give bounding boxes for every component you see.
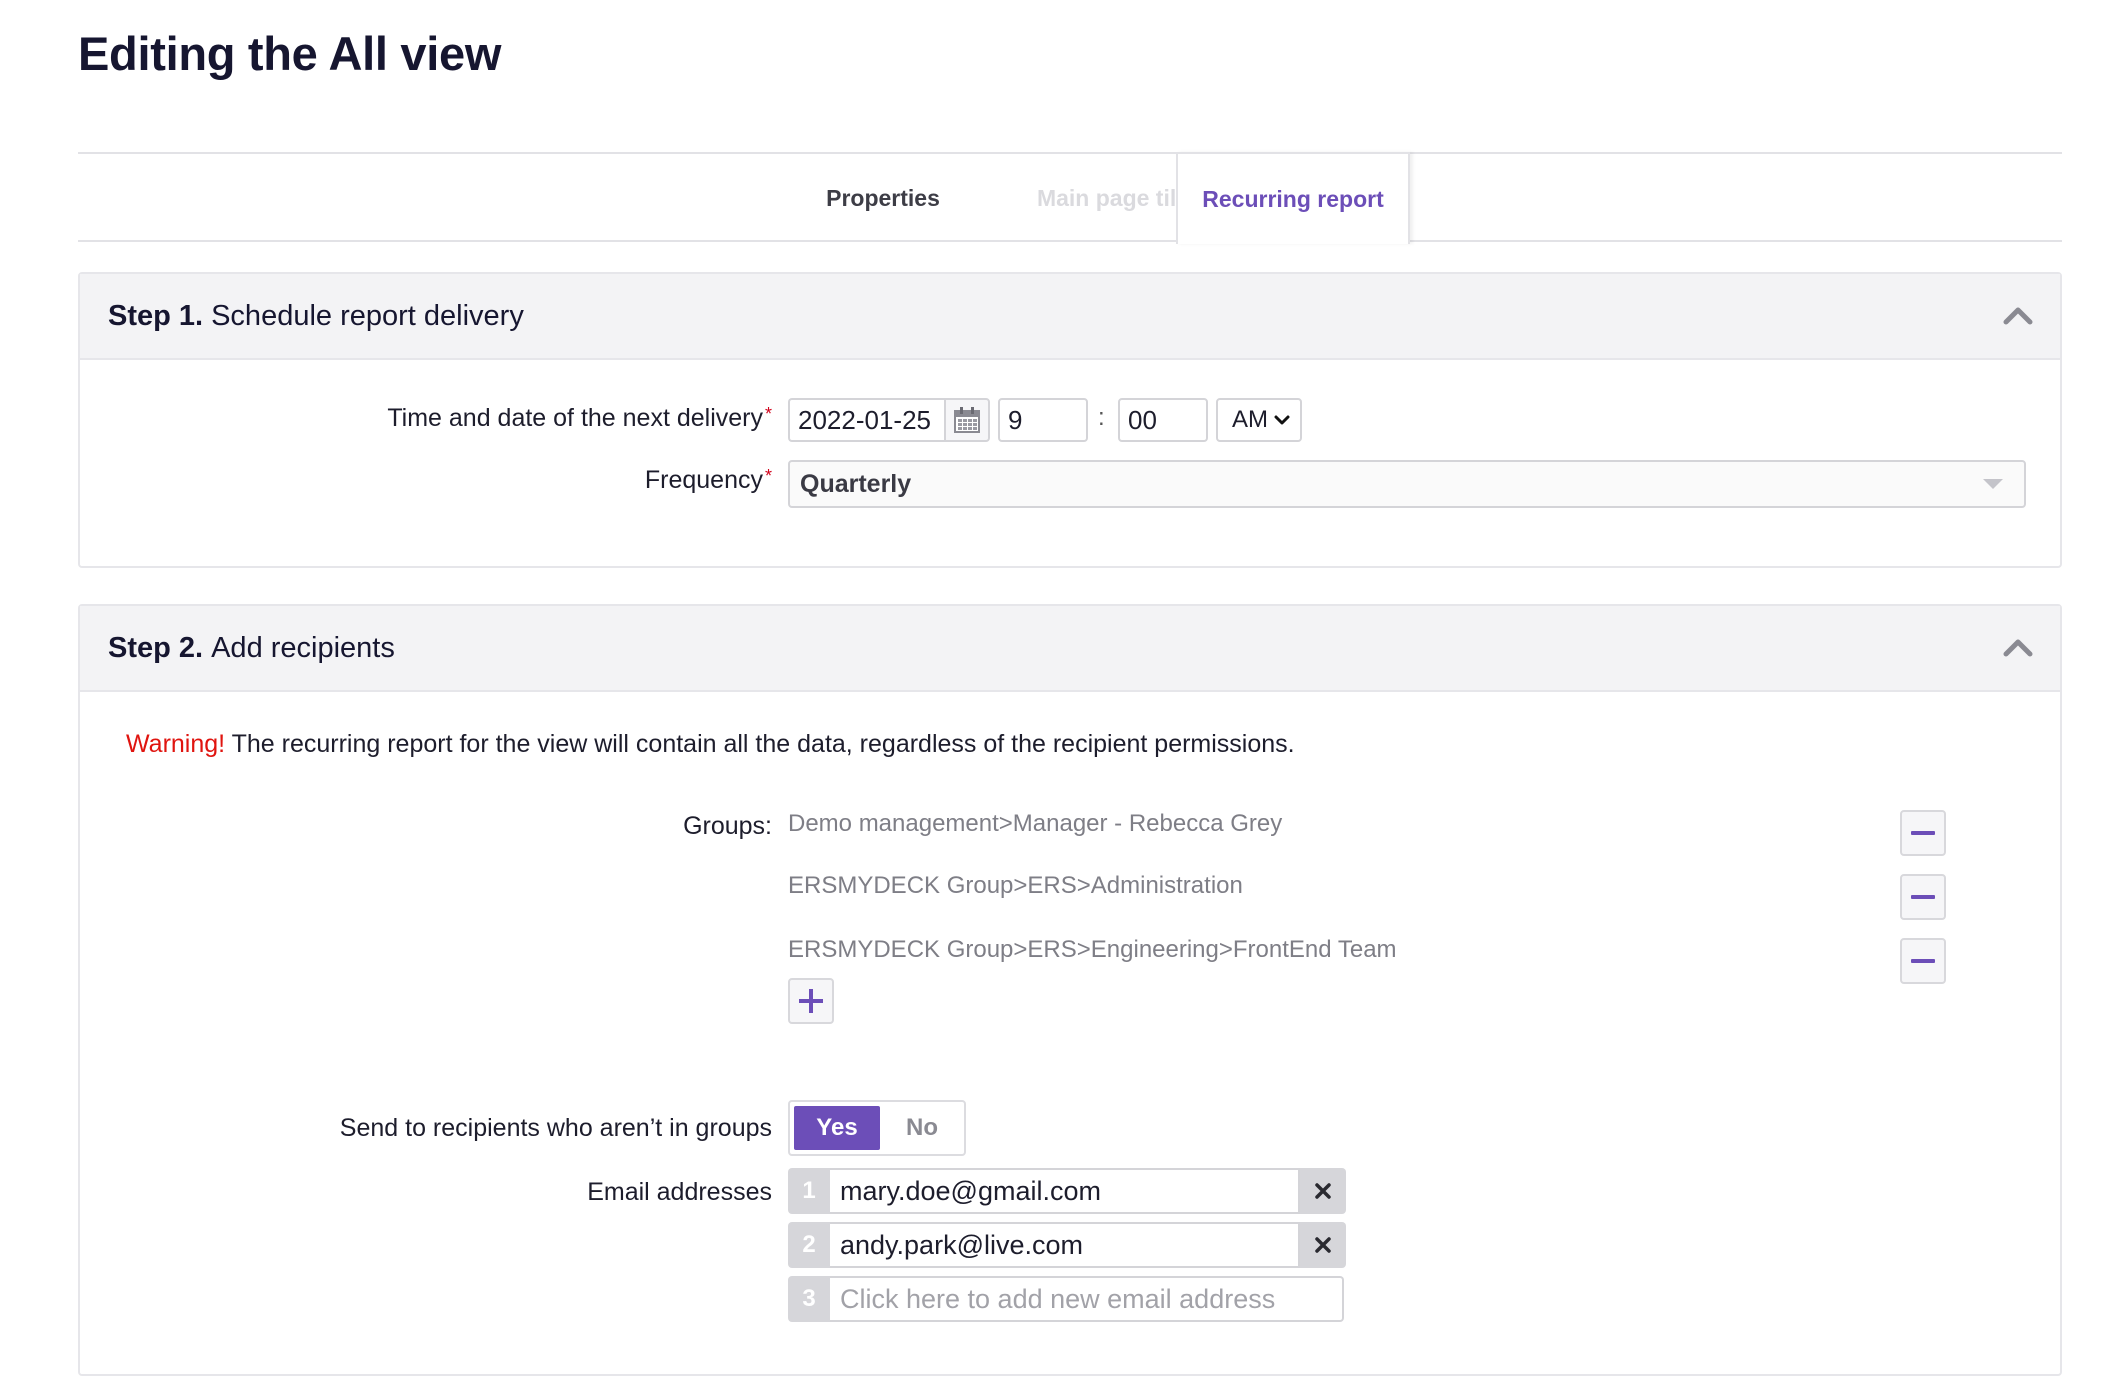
calendar-icon[interactable] <box>944 398 990 442</box>
email-index: 3 <box>788 1276 830 1322</box>
group-item: Demo management>Manager - Rebecca Grey <box>788 810 1283 837</box>
minus-icon <box>1911 895 1935 899</box>
toggle-no-option[interactable]: No <box>882 1106 962 1150</box>
required-mark: * <box>764 404 772 424</box>
frequency-value: Quarterly <box>800 469 912 498</box>
send-non-group-toggle[interactable]: Yes No <box>788 1100 966 1156</box>
step1-title: Schedule report delivery <box>211 299 524 332</box>
group-item: ERSMYDECK Group>ERS>Administration <box>788 872 1243 899</box>
dropdown-caret-icon <box>1983 479 2003 489</box>
group-item: ERSMYDECK Group>ERS>Engineering>FrontEnd… <box>788 936 1397 963</box>
tab-recurring-report[interactable]: Recurring report <box>1176 152 1410 244</box>
new-email-row: 3 Click here to add new email address <box>788 1276 1344 1322</box>
frequency-select[interactable]: Quarterly <box>788 460 2026 508</box>
remove-group-button[interactable] <box>1900 938 1946 984</box>
step2-number: Step 2. <box>108 631 204 664</box>
frequency-label: Frequency * <box>100 466 772 495</box>
minus-icon <box>1911 959 1935 963</box>
add-group-button[interactable] <box>788 978 834 1024</box>
chevron-down-icon <box>1274 415 1290 425</box>
remove-email-button[interactable] <box>1300 1168 1346 1214</box>
chevron-up-icon[interactable] <box>2000 632 2036 662</box>
schedule-delivery-header[interactable]: Step 1. Schedule report delivery <box>80 274 2060 360</box>
hour-input[interactable]: 9 <box>998 398 1088 442</box>
remove-email-button[interactable] <box>1300 1222 1346 1268</box>
toggle-yes-option[interactable]: Yes <box>794 1106 880 1150</box>
email-field[interactable]: andy.park@live.com <box>830 1222 1300 1268</box>
new-email-input[interactable]: Click here to add new email address <box>830 1276 1344 1322</box>
next-delivery-label-text: Time and date of the next delivery <box>387 404 763 432</box>
groups-label: Groups: <box>683 812 772 840</box>
email-field[interactable]: mary.doe@gmail.com <box>830 1168 1300 1214</box>
plus-icon <box>799 989 823 1013</box>
close-icon <box>1315 1237 1331 1253</box>
step1-number: Step 1. <box>108 299 204 332</box>
remove-group-button[interactable] <box>1900 810 1946 856</box>
email-index: 2 <box>788 1222 830 1268</box>
email-row: 2 andy.park@live.com <box>788 1222 1346 1268</box>
next-delivery-label: Time and date of the next delivery * <box>100 404 772 433</box>
warning-text: The recurring report for the view will c… <box>225 730 1295 758</box>
chevron-up-icon[interactable] <box>2000 300 2036 330</box>
ampm-value: AM <box>1232 406 1268 433</box>
email-addresses-label: Email addresses <box>587 1178 772 1206</box>
page: Editing the All view Properties Main pag… <box>0 0 2122 1388</box>
page-title: Editing the All view <box>78 27 502 80</box>
close-icon <box>1315 1183 1331 1199</box>
tab-bar: Properties Main page tile Recurring repo… <box>78 152 2062 244</box>
email-row: 1 mary.doe@gmail.com <box>788 1168 1346 1214</box>
send-non-group-label: Send to recipients who aren’t in groups <box>339 1114 772 1142</box>
warning-word: Warning! <box>126 730 226 758</box>
add-recipients-panel: Step 2. Add recipients Warning! The recu… <box>78 604 2062 1376</box>
email-index: 1 <box>788 1168 830 1214</box>
minus-icon <box>1911 831 1935 835</box>
permissions-warning: Warning! The recurring report for the vi… <box>126 730 1295 759</box>
schedule-delivery-panel: Step 1. Schedule report delivery Time an… <box>78 272 2062 568</box>
required-mark: * <box>764 466 772 486</box>
frequency-label-text: Frequency <box>644 466 763 494</box>
minute-input[interactable]: 00 <box>1118 398 1208 442</box>
step2-title: Add recipients <box>211 631 395 664</box>
date-input[interactable]: 2022-01-25 <box>788 398 944 442</box>
add-recipients-header[interactable]: Step 2. Add recipients <box>80 606 2060 692</box>
ampm-select[interactable]: AM <box>1216 398 1302 442</box>
remove-group-button[interactable] <box>1900 874 1946 920</box>
time-separator: : <box>1098 404 1105 431</box>
